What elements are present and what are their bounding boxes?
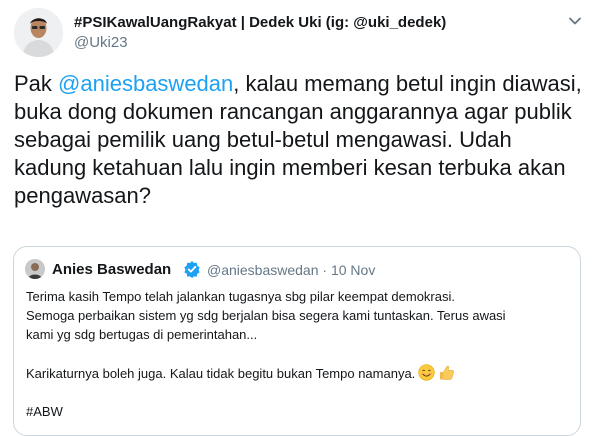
- quoted-tweet-date: 10 Nov: [330, 262, 376, 278]
- quoted-tweet-header: Anies Baswedan @aniesbaswedan · 10 Nov: [25, 259, 565, 281]
- quoted-line-1: Terima kasih Tempo telah jalankan tugasn…: [26, 289, 455, 304]
- quoted-line-4-wrapper: Karikaturnya boleh juga. Kalau tidak beg…: [26, 364, 566, 383]
- quoted-line-4: Karikaturnya boleh juga. Kalau tidak beg…: [26, 365, 416, 381]
- chevron-down-icon[interactable]: [566, 12, 584, 30]
- mention-link[interactable]: @aniesbaswedan: [58, 71, 233, 96]
- quoted-line-2: Semoga perbaikan sistem yg sdg berjalan …: [26, 308, 506, 324]
- tweet-text-prefix: Pak: [14, 71, 59, 96]
- verified-badge-icon: [183, 260, 201, 278]
- quoted-tweet-body: Terima kasih Tempo telah jalankan tugasn…: [26, 287, 566, 421]
- separator-dot: ·: [322, 262, 328, 278]
- smiling-face-emoji-icon: [418, 364, 435, 386]
- tweet-text: Pak @aniesbaswedan, kalau memang betul i…: [14, 70, 584, 210]
- quoted-author-avatar: [25, 259, 45, 279]
- quoted-author-handle: @aniesbaswedan: [207, 262, 319, 278]
- quoted-hashtag[interactable]: #ABW: [26, 402, 566, 421]
- thumbs-up-emoji-icon: [438, 364, 455, 386]
- quoted-line-3: kami yg sdg bertugas di pemerintahan...: [26, 327, 258, 343]
- author-name[interactable]: #PSIKawalUangRakyat | Dedek Uki (ig: @uk…: [74, 14, 446, 31]
- paragraph-gap-2: [26, 383, 566, 402]
- tweet-header: #PSIKawalUangRakyat | Dedek Uki (ig: @uk…: [14, 8, 584, 58]
- quoted-author-name: Anies Baswedan: [52, 261, 172, 278]
- quoted-handle-date: @aniesbaswedan · 10 Nov: [207, 262, 375, 278]
- author-avatar[interactable]: [14, 8, 63, 57]
- author-handle[interactable]: @Uki23: [74, 34, 128, 51]
- quoted-tweet[interactable]: Anies Baswedan @aniesbaswedan · 10 Nov T…: [13, 246, 581, 436]
